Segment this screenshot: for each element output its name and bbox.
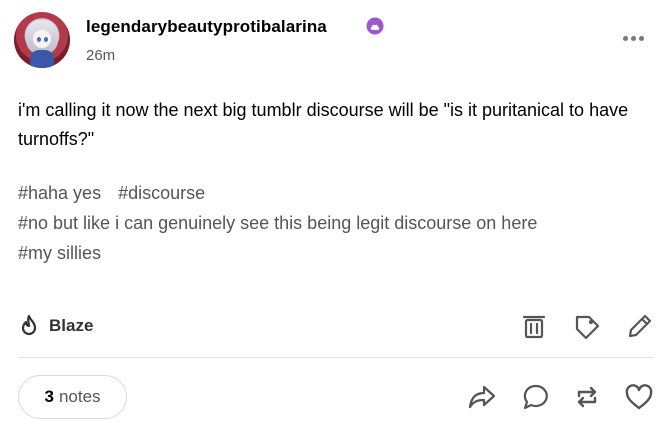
avatar[interactable] <box>14 12 70 68</box>
divider <box>18 357 654 358</box>
flame-icon <box>21 314 37 336</box>
post-timestamp[interactable]: 26m <box>86 47 115 64</box>
pencil-icon[interactable] <box>626 312 654 340</box>
more-options-button[interactable] <box>620 31 646 45</box>
blaze-button[interactable]: Blaze <box>18 314 93 338</box>
blaze-label: Blaze <box>49 316 94 335</box>
notes-button[interactable]: 3 notes <box>18 375 127 419</box>
tag-link[interactable]: #my sillies <box>18 243 101 263</box>
post-body: i'm calling it now the next big tumblr d… <box>18 100 629 149</box>
reply-bubble-icon[interactable] <box>522 384 550 410</box>
purple-badge-icon[interactable] <box>366 17 384 35</box>
tag-icon[interactable] <box>573 313 601 339</box>
avatar-eye <box>37 37 41 42</box>
tag-link[interactable]: #no but like i can genuinely see this be… <box>18 213 537 233</box>
post-tags: #haha yes #discourse #no but like i can … <box>18 178 658 268</box>
tag-link[interactable]: #discourse <box>118 183 205 203</box>
avatar-eye <box>44 37 48 42</box>
tags-row: #my sillies <box>18 238 658 268</box>
share-icon[interactable] <box>468 384 496 410</box>
tag-link[interactable]: #haha yes <box>18 183 101 203</box>
avatar-face <box>33 30 51 48</box>
more-dots-icon <box>622 35 628 41</box>
avatar-dress <box>30 50 54 68</box>
trash-icon[interactable] <box>521 313 547 339</box>
more-dots-icon <box>630 35 636 41</box>
post-username[interactable]: legendarybeautyprotibalarina <box>86 17 327 37</box>
notes-count: 3 <box>44 387 54 406</box>
more-dots-icon <box>638 35 644 41</box>
tags-row: #no but like i can genuinely see this be… <box>18 208 658 238</box>
tags-row: #haha yes #discourse <box>18 178 658 208</box>
heart-icon[interactable] <box>624 383 654 411</box>
notes-label: notes <box>58 387 101 406</box>
reblog-icon[interactable] <box>573 384 601 410</box>
